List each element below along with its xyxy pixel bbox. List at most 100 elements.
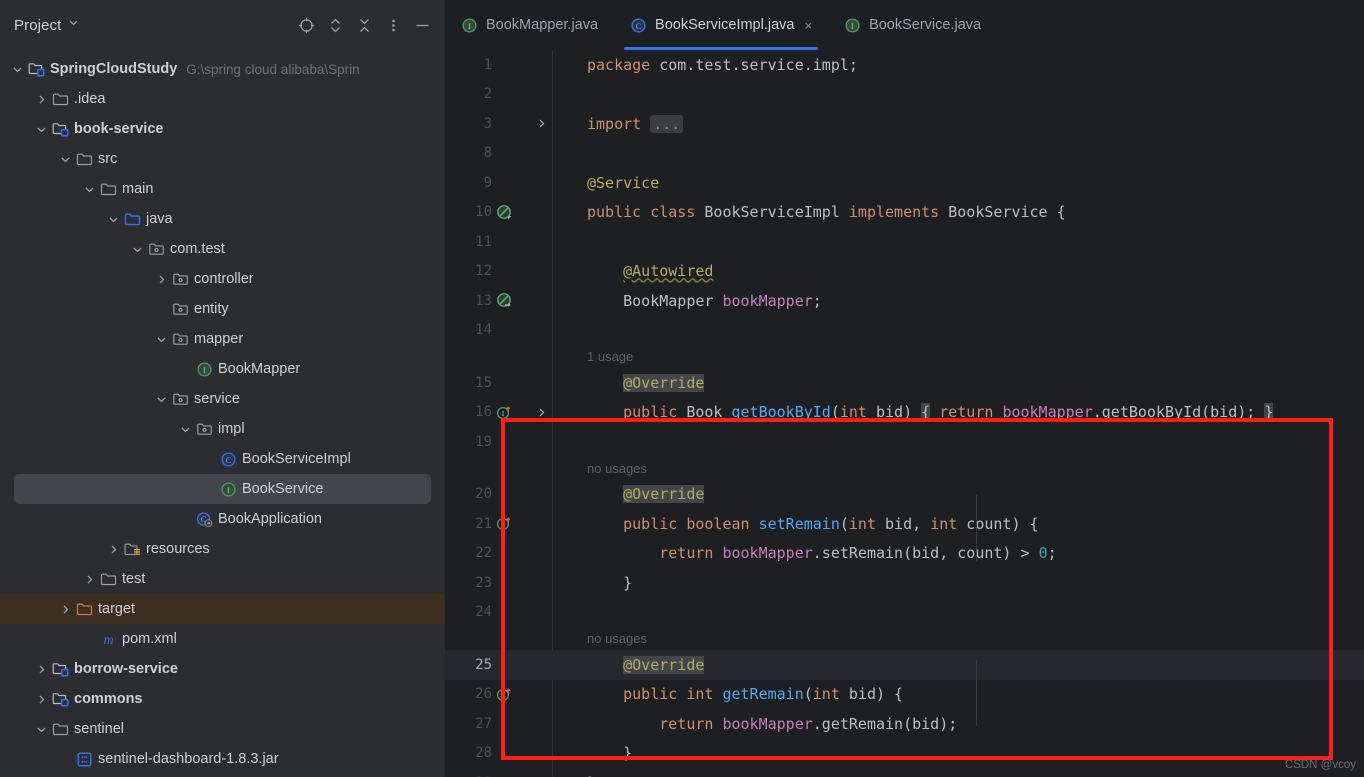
line-number: 24	[475, 604, 492, 621]
tree-item-book-service[interactable]: book-service	[0, 114, 445, 144]
code-line[interactable]: 14	[445, 316, 1364, 346]
chevron-right-icon[interactable]	[154, 264, 169, 294]
line-number: 25	[475, 656, 492, 673]
tree-item-com-test[interactable]: com.test	[0, 234, 445, 264]
code-line[interactable]: 19	[445, 427, 1364, 457]
chevron-down-icon[interactable]	[154, 384, 169, 414]
code-line[interactable]: 27 return bookMapper.getRemain(bid);	[445, 709, 1364, 739]
chevron-right-icon[interactable]	[58, 594, 73, 624]
tree-item-entity[interactable]: entity	[0, 294, 445, 324]
tree-item-impl[interactable]: impl	[0, 414, 445, 444]
implements-icon[interactable]: I	[495, 404, 529, 421]
usage-hint[interactable]: 1 usage	[553, 349, 633, 364]
chevron-down-icon[interactable]	[68, 17, 79, 31]
code-text: @Service	[553, 174, 659, 192]
fold-expand-icon[interactable]	[529, 407, 553, 418]
tab-bookserviceimpl[interactable]: C BookServiceImpl.java ×	[614, 0, 828, 50]
module-icon	[49, 691, 71, 708]
hide-panel-icon[interactable]	[409, 12, 435, 38]
chevron-down-icon[interactable]	[58, 144, 73, 174]
code-line[interactable]: 21 I public boolean setRemain(int bid, in…	[445, 509, 1364, 539]
code-line[interactable]: 2	[445, 80, 1364, 110]
spring-autowired-icon[interactable]	[495, 292, 529, 309]
code-line[interactable]: 12 @Autowired	[445, 257, 1364, 287]
tree-item-springcloudstudy[interactable]: SpringCloudStudy G:\spring cloud alibaba\…	[0, 54, 445, 84]
chevron-down-icon[interactable]	[154, 324, 169, 354]
collapse-all-icon[interactable]	[351, 12, 377, 38]
code-line[interactable]: 26 I public int getRemain(int bid) {	[445, 680, 1364, 710]
usage-hint[interactable]: no usages	[553, 461, 647, 476]
chevron-right-icon[interactable]	[106, 534, 121, 564]
tree-item-idea[interactable]: .idea	[0, 84, 445, 114]
implements-icon[interactable]: I	[495, 686, 529, 703]
code-line[interactable]: 29}	[445, 768, 1364, 777]
code-line[interactable]: 22 return bookMapper.setRemain(bid, coun…	[445, 539, 1364, 569]
chevron-right-icon[interactable]	[34, 684, 49, 714]
tree-item-controller[interactable]: controller	[0, 264, 445, 294]
chevron-down-icon[interactable]	[178, 414, 193, 444]
code-line[interactable]: 25 @Override	[445, 650, 1364, 680]
editor-tabbar[interactable]: I BookMapper.java C BookServiceImpl.java × I B…	[445, 0, 1364, 50]
tab-bookmapper[interactable]: I BookMapper.java	[445, 0, 614, 50]
code-line[interactable]: 9 @Service	[445, 168, 1364, 198]
project-tree[interactable]: SpringCloudStudy G:\spring cloud alibaba\…	[0, 50, 445, 774]
tree-item-bookmapper[interactable]: I BookMapper	[0, 354, 445, 384]
tree-item-mapper[interactable]: mapper	[0, 324, 445, 354]
tree-item-commons[interactable]: commons	[0, 684, 445, 714]
expand-collapse-icon[interactable]	[322, 12, 348, 38]
code-viewport[interactable]: 1 package com.test.service.impl; 2 3 import …	[445, 50, 1364, 777]
code-line[interactable]: 28 }	[445, 739, 1364, 769]
code-line[interactable]: 10 public class BookServiceImpl implement…	[445, 198, 1364, 228]
tab-bookservice[interactable]: I BookService.java	[828, 0, 997, 50]
tree-item-pom-xml[interactable]: m pom.xml	[0, 624, 445, 654]
chevron-right-icon[interactable]	[34, 654, 49, 684]
code-line[interactable]: 11	[445, 227, 1364, 257]
tree-item-main[interactable]: main	[0, 174, 445, 204]
tree-item-bookapplication[interactable]: C BookApplication	[0, 504, 445, 534]
more-options-icon[interactable]	[380, 12, 406, 38]
token: return	[659, 544, 723, 563]
line-number: 9	[483, 174, 492, 191]
tree-item-target[interactable]: target	[0, 594, 445, 624]
code-text: @Override	[553, 373, 705, 392]
code-line[interactable]: 3 import ...	[445, 109, 1364, 139]
chevron-down-icon[interactable]	[34, 714, 49, 744]
chevron-down-icon[interactable]	[34, 114, 49, 144]
code-line[interactable]: 8	[445, 139, 1364, 169]
code-text: public class BookServiceImpl implements …	[553, 203, 1066, 221]
tree-item-sentinel-dashboard-1-8-3-jar[interactable]: sentinel-dashboard-1.8.3.jar	[0, 744, 445, 774]
chevron-down-icon[interactable]	[130, 234, 145, 264]
token: BookService {	[948, 203, 1066, 222]
line-number: 26	[475, 686, 492, 703]
tree-item-java[interactable]: java	[0, 204, 445, 234]
spring-bean-icon[interactable]	[495, 204, 529, 221]
tree-item-bookserviceimpl[interactable]: C BookServiceImpl	[0, 444, 445, 474]
code-line[interactable]: 16 I public Book getBookById(int bid) { r…	[445, 398, 1364, 428]
code-line[interactable]: 20 @Override	[445, 480, 1364, 510]
tree-item-sentinel[interactable]: sentinel	[0, 714, 445, 744]
code-line[interactable]: 23 }	[445, 568, 1364, 598]
implements-icon[interactable]: I	[495, 515, 529, 532]
close-icon[interactable]: ×	[804, 18, 812, 33]
chevron-down-icon[interactable]	[10, 54, 25, 84]
tree-item-src[interactable]: src	[0, 144, 445, 174]
tree-item-resources[interactable]: resources	[0, 534, 445, 564]
code-line[interactable]: 1 package com.test.service.impl;	[445, 50, 1364, 80]
fold-expand-icon[interactable]	[529, 118, 553, 129]
tree-item-bookservice[interactable]: I BookService	[14, 474, 431, 504]
usage-hint[interactable]: no usages	[553, 631, 647, 646]
chevron-down-icon[interactable]	[106, 204, 121, 234]
tree-item-test[interactable]: test	[0, 564, 445, 594]
select-opened-file-icon[interactable]	[293, 12, 319, 38]
code-line[interactable]: 24	[445, 598, 1364, 628]
code-line[interactable]: 15 @Override	[445, 368, 1364, 398]
tree-item-borrow-service[interactable]: borrow-service	[0, 654, 445, 684]
code-line[interactable]: 13 BookMapper bookMapper;	[445, 286, 1364, 316]
chevron-right-icon[interactable]	[82, 564, 97, 594]
chevron-right-icon[interactable]	[34, 84, 49, 114]
chevron-down-icon[interactable]	[82, 174, 97, 204]
tree-item-service[interactable]: service	[0, 384, 445, 414]
tree-item-label: book-service	[74, 121, 164, 137]
